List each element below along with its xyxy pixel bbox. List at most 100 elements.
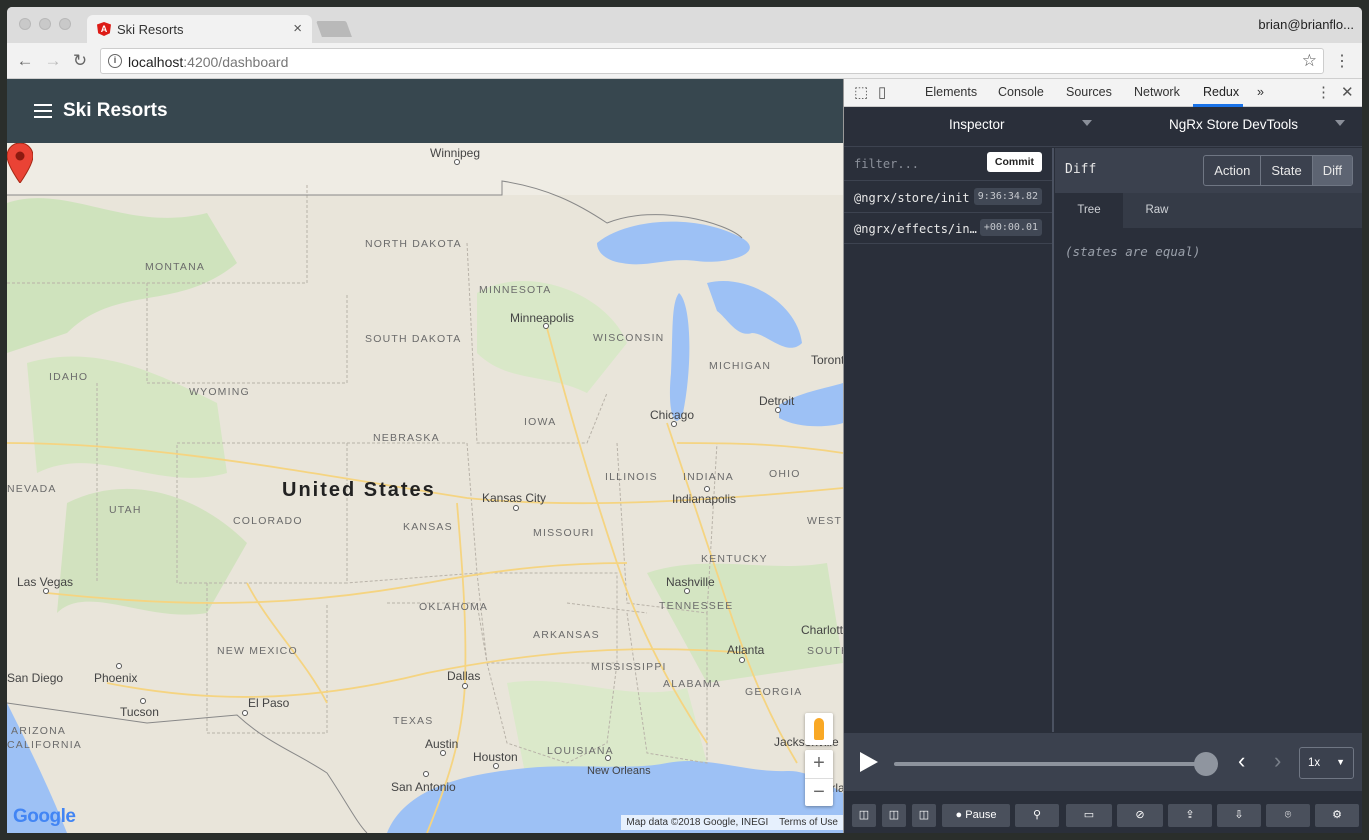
browser-tab-active[interactable]: A Ski Resorts × — [87, 15, 312, 44]
close-window-button[interactable] — [19, 18, 31, 30]
map-label-city: Austin — [425, 737, 459, 751]
map-label-city: Winnipeg — [430, 146, 481, 160]
map-label-city: New Orleans — [587, 765, 651, 777]
tab-elements[interactable]: Elements — [925, 85, 977, 99]
bookmark-star-icon[interactable]: ☆ — [1302, 51, 1317, 71]
right-dock-icon[interactable]: ◫ — [882, 804, 906, 827]
map-label-state: WISCONSIN — [593, 332, 665, 344]
commit-button[interactable]: Commit — [986, 152, 1042, 172]
action-name: @ngrx/effects/init — [854, 222, 979, 236]
tab-tree[interactable]: Tree — [1055, 193, 1123, 228]
remote-icon[interactable]: ⌾ — [1266, 804, 1310, 827]
view-switcher: Action State Diff — [1203, 155, 1353, 186]
instance-select[interactable]: NgRx Store DevTools — [1169, 117, 1298, 132]
browser-menu-icon[interactable]: ⋮ — [1334, 51, 1350, 71]
map-label-state: MISSISSIPPI — [591, 661, 667, 673]
map-label-state: TENNESSEE — [659, 600, 734, 612]
action-list-item[interactable]: @ngrx/effects/init +00:00.01 — [844, 213, 1052, 244]
map-marker-icon[interactable] — [7, 143, 33, 183]
close-tab-icon[interactable]: × — [293, 20, 302, 37]
map-label-state: NEVADA — [7, 483, 57, 495]
chevron-down-icon[interactable] — [1082, 120, 1092, 126]
action-time: 9:36:34.82 — [973, 188, 1042, 205]
keyboard-icon[interactable]: ▭ — [1066, 804, 1112, 827]
monitor-select[interactable]: Inspector — [949, 117, 1005, 132]
new-tab-button[interactable] — [316, 21, 352, 37]
map-label-city: Tucson — [120, 705, 159, 719]
reload-icon[interactable]: ↻ — [70, 51, 90, 71]
menu-icon[interactable] — [34, 104, 52, 118]
map-label-state: NORTH DAKOTA — [365, 238, 462, 250]
action-segment-button[interactable]: Action — [1204, 156, 1260, 185]
profile-name[interactable]: brian@brianflo... — [1258, 17, 1354, 32]
tab-redux[interactable]: Redux — [1203, 85, 1239, 99]
map-label-state: IOWA — [524, 416, 557, 428]
map-label-state: WYOMING — [189, 386, 250, 398]
minimize-window-button[interactable] — [39, 18, 51, 30]
step-forward-icon[interactable]: › — [1274, 748, 1281, 774]
city-dot — [454, 159, 460, 165]
city-dot — [116, 663, 122, 669]
chevron-down-icon[interactable] — [1335, 120, 1345, 126]
export-icon[interactable]: ⇪ — [1168, 804, 1212, 827]
speed-value: 1x — [1308, 757, 1321, 769]
play-icon[interactable] — [860, 752, 878, 772]
bottom-dock-icon[interactable]: ◫ — [912, 804, 936, 827]
map-label-state: GEORGIA — [745, 686, 803, 698]
tab-sources[interactable]: Sources — [1066, 85, 1112, 99]
redux-header: Inspector NgRx Store DevTools — [844, 107, 1362, 147]
map-label-state: UTAH — [109, 504, 142, 516]
google-logo: Google — [13, 806, 76, 827]
map-label-city: San Antonio — [391, 780, 456, 794]
settings-icon[interactable]: ⚙ — [1315, 804, 1359, 827]
filter-input[interactable]: filter... — [854, 157, 919, 171]
action-list-item[interactable]: @ngrx/store/init 9:36:34.82 — [844, 182, 1052, 213]
pin-icon[interactable]: ⚲ — [1015, 804, 1059, 827]
import-icon[interactable]: ⇩ — [1217, 804, 1261, 827]
diff-segment-button[interactable]: Diff — [1311, 156, 1352, 185]
step-back-icon[interactable]: ‹ — [1238, 748, 1245, 774]
state-segment-button[interactable]: State — [1260, 156, 1311, 185]
pause-label: Pause — [965, 809, 997, 821]
lock-icon[interactable]: ⊘ — [1117, 804, 1163, 827]
map-label-city: Dallas — [447, 669, 481, 683]
map-label-city: Phoenix — [94, 671, 138, 685]
map-label-city: San Diego — [7, 671, 64, 685]
zoom-window-button[interactable] — [59, 18, 71, 30]
terms-link[interactable]: Terms of Use — [779, 817, 838, 828]
map-label-state: NEW MEXICO — [217, 645, 298, 657]
map-label-state: COLORADO — [233, 515, 303, 527]
left-dock-icon[interactable]: ◫ — [852, 804, 876, 827]
devtools-menu-icon[interactable]: ⋮ — [1316, 83, 1331, 101]
device-toolbar-icon[interactable]: ▯ — [878, 83, 886, 101]
action-name: @ngrx/store/init — [854, 191, 970, 205]
speed-select[interactable]: 1x ▼ — [1299, 747, 1354, 779]
tab-raw[interactable]: Raw — [1123, 193, 1191, 228]
tab-console[interactable]: Console — [998, 85, 1044, 99]
zoom-in-button[interactable]: + — [805, 750, 833, 778]
forward-arrow-icon[interactable]: → — [43, 51, 63, 71]
google-map[interactable]: NORTH DAKOTA SOUTH DAKOTA MONTANA WYOMIN… — [7, 143, 843, 833]
city-dot — [140, 698, 146, 704]
more-tabs-icon[interactable]: » — [1257, 85, 1264, 99]
pause-button[interactable]: ● Pause — [942, 804, 1010, 827]
tab-network[interactable]: Network — [1134, 85, 1180, 99]
slider-track[interactable] — [894, 762, 1212, 766]
url-text[interactable]: localhost:4200/dashboard — [128, 54, 288, 70]
url-path: :4200/dashboard — [183, 54, 289, 70]
city-dot — [440, 750, 446, 756]
slider-thumb[interactable] — [1194, 752, 1218, 776]
address-bar[interactable]: i localhost:4200/dashboard ☆ — [100, 48, 1324, 74]
pegman-icon[interactable] — [805, 713, 833, 745]
map-label-city: Charlotte — [801, 623, 843, 637]
city-dot — [462, 683, 468, 689]
map-label-state: IDAHO — [49, 371, 89, 383]
inspect-element-icon[interactable]: ⬚ — [854, 83, 868, 101]
close-devtools-icon[interactable]: ✕ — [1341, 83, 1354, 101]
info-icon[interactable]: i — [108, 54, 122, 68]
map-label-state: NEBRASKA — [373, 432, 440, 444]
zoom-out-button[interactable]: − — [805, 779, 833, 807]
back-arrow-icon[interactable]: ← — [15, 51, 35, 71]
map-label-state: ARIZONA — [11, 725, 67, 737]
map-label-city: Indianapolis — [672, 492, 737, 506]
